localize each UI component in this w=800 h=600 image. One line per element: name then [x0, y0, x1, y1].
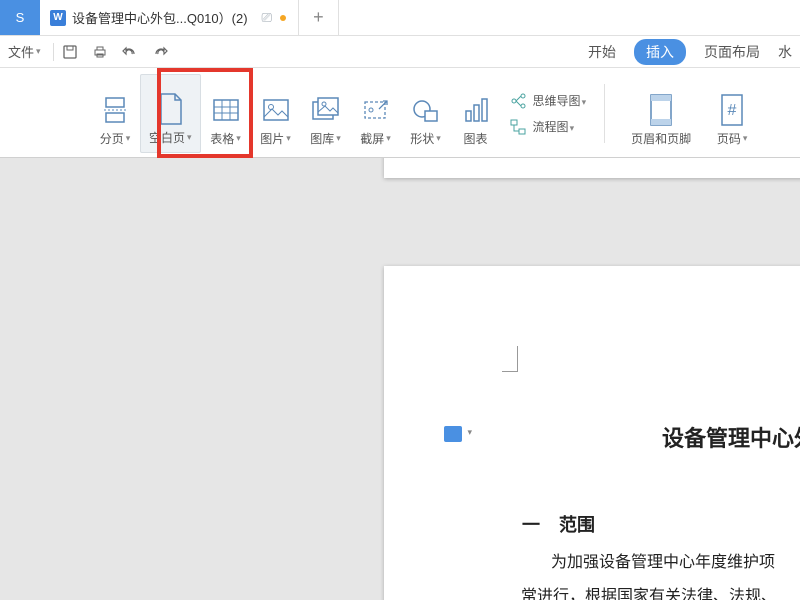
body-line-1: 为加强设备管理中心年度维护项	[551, 548, 800, 578]
menu-start[interactable]: 开始	[588, 42, 616, 62]
chart-button[interactable]: 图表	[451, 74, 501, 153]
document-title: 设备管理中心外	[662, 421, 800, 453]
word-doc-icon: W	[50, 10, 66, 26]
app-tab[interactable]: S	[0, 0, 40, 35]
section-name: 范围	[559, 511, 595, 537]
flowchart-icon	[509, 118, 527, 136]
table-button[interactable]: 表格	[201, 74, 251, 153]
diagram-group: 思维导图 流程图	[501, 74, 595, 153]
body-line-2: 常进行，根据国家有关法律、法规、	[521, 582, 800, 600]
section-number: 一	[522, 511, 540, 537]
save-button[interactable]	[62, 44, 84, 60]
mindmap-button[interactable]: 思维导图	[509, 92, 587, 110]
unsaved-dot-icon	[280, 15, 286, 21]
undo-icon	[122, 44, 138, 60]
page-break-icon	[99, 94, 131, 126]
document-tab-title: 设备管理中心外包...Q010）(2)	[72, 8, 248, 27]
gallery-button[interactable]: 图库	[301, 74, 351, 153]
page-corner-mark	[502, 346, 518, 372]
side-note-button[interactable]	[444, 426, 462, 442]
print-button[interactable]	[92, 44, 114, 60]
menu-layout[interactable]: 页面布局	[704, 42, 760, 62]
page-number-icon: #	[716, 94, 748, 126]
shapes-icon	[410, 94, 442, 126]
picture-button[interactable]: 图片	[251, 74, 301, 153]
save-icon	[62, 44, 78, 60]
ribbon-insert: 分页 空白页 表格 图片 图库	[0, 68, 800, 158]
gallery-icon	[310, 94, 342, 126]
blank-page-icon	[154, 93, 186, 125]
previous-page	[384, 158, 800, 178]
quick-access-row: 文件▾ 开始 插入 页面布局 水	[0, 36, 800, 68]
current-page[interactable]: 设备管理中心外 一 范围 为加强设备管理中心年度维护项 常进行，根据国家有关法律…	[384, 266, 800, 600]
document-area: 设备管理中心外 一 范围 为加强设备管理中心年度维护项 常进行，根据国家有关法律…	[0, 158, 800, 600]
header-footer-button[interactable]: 页眉和页脚	[615, 74, 707, 153]
chart-icon	[460, 94, 492, 126]
undo-button[interactable]	[122, 44, 144, 60]
mindmap-icon	[509, 92, 527, 110]
page-break-button[interactable]: 分页	[90, 74, 140, 153]
header-footer-icon	[645, 94, 677, 126]
screenshot-icon	[360, 94, 392, 126]
screenshot-button[interactable]: 截屏	[351, 74, 401, 153]
menu-insert[interactable]: 插入	[634, 39, 686, 65]
present-icon: ⎚	[262, 10, 272, 26]
menu-water[interactable]: 水	[778, 42, 792, 62]
tab-bar: S W 设备管理中心外包...Q010）(2) ⎚ +	[0, 0, 800, 36]
new-tab-button[interactable]: +	[299, 0, 339, 35]
svg-text:#: #	[728, 102, 737, 119]
blank-page-button[interactable]: 空白页	[140, 74, 201, 153]
print-icon	[92, 44, 108, 60]
page-number-button[interactable]: # 页码	[707, 74, 757, 153]
shapes-button[interactable]: 形状	[401, 74, 451, 153]
document-tab[interactable]: W 设备管理中心外包...Q010）(2) ⎚	[40, 0, 299, 35]
file-menu[interactable]: 文件▾	[4, 42, 45, 61]
redo-icon	[152, 44, 168, 60]
redo-button[interactable]	[152, 44, 174, 60]
picture-icon	[260, 94, 292, 126]
flowchart-button[interactable]: 流程图	[509, 118, 587, 136]
table-icon	[210, 94, 242, 126]
